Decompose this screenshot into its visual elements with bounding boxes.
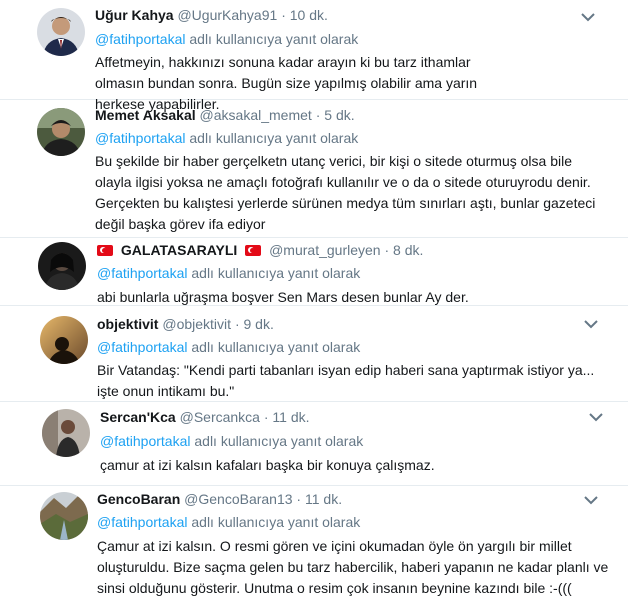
tweet[interactable]: Memet Aksakal @aksakal_memet · 5 dk. @fa… [0, 100, 628, 238]
display-name[interactable]: Uğur Kahya [95, 7, 174, 23]
tweet-text: Çamur at izi kalsın. O resmi gören ve iç… [97, 538, 609, 596]
replying-to: @fatihportakal adlı kullanıcıya yanıt ol… [97, 265, 361, 281]
mention-link[interactable]: @fatihportakal [97, 339, 187, 355]
tweet[interactable]: Sercan'Kca @Sercankca · 11 dk. @fatihpor… [0, 402, 628, 486]
tweet-text: Bir Vatandaş: "Kendi parti tabanları isy… [97, 362, 595, 399]
mention-link[interactable]: @fatihportakal [95, 31, 185, 47]
tweet[interactable]: GALATASARAYLI @murat_gurleyen · 8 dk. @f… [0, 238, 628, 306]
timestamp[interactable]: 11 dk. [305, 491, 342, 507]
display-name[interactable]: GencoBaran [97, 491, 180, 507]
replying-to: @fatihportakal adlı kullanıcıya yanıt ol… [97, 514, 361, 530]
user-handle[interactable]: @UgurKahya91 [177, 7, 277, 23]
tweet-text: abi bunlarla uğraşma boşver Sen Mars des… [97, 289, 469, 305]
display-name[interactable]: Memet Aksakal [95, 107, 196, 123]
chevron-down-icon[interactable] [582, 315, 600, 333]
user-handle[interactable]: @GencoBaran13 [184, 491, 292, 507]
avatar[interactable] [42, 409, 90, 457]
tweet[interactable]: objektivit @objektivit · 9 dk. @fatihpor… [0, 306, 628, 402]
user-handle[interactable]: @Sercankca [180, 409, 260, 425]
tweet[interactable]: Uğur Kahya @UgurKahya91 · 10 dk. @fatihp… [0, 0, 628, 112]
timestamp[interactable]: 9 dk. [244, 316, 274, 332]
timestamp[interactable]: 10 dk. [290, 7, 328, 23]
timestamp[interactable]: 5 dk. [324, 107, 354, 123]
replying-to: @fatihportakal adlı kullanıcıya yanıt ol… [95, 130, 359, 146]
turkey-flag-icon [245, 245, 262, 256]
chevron-down-icon[interactable] [579, 8, 597, 26]
tweet[interactable]: GencoBaran @GencoBaran13 · 11 dk. @fatih… [0, 486, 628, 596]
avatar[interactable] [40, 316, 88, 364]
tweet-text: çamur at izi kalsın kafaları başka bir k… [100, 457, 435, 473]
display-name[interactable]: objektivit [97, 316, 158, 332]
tweet-text: Bu şekilde bir haber gerçelketn utanç ve… [95, 153, 596, 232]
replying-to: @fatihportakal adlı kullanıcıya yanıt ol… [95, 31, 359, 47]
mention-link[interactable]: @fatihportakal [97, 265, 187, 281]
mention-link[interactable]: @fatihportakal [100, 433, 190, 449]
mention-link[interactable]: @fatihportakal [95, 130, 185, 146]
mention-link[interactable]: @fatihportakal [97, 514, 187, 530]
user-handle[interactable]: @objektivit [162, 316, 231, 332]
avatar[interactable] [37, 8, 85, 56]
chevron-down-icon[interactable] [582, 491, 600, 509]
replying-to: @fatihportakal adlı kullanıcıya yanıt ol… [100, 433, 364, 449]
display-name[interactable]: GALATASARAYLI [121, 242, 237, 258]
display-name[interactable]: Sercan'Kca [100, 409, 176, 425]
user-handle[interactable]: @murat_gurleyen [269, 242, 381, 258]
turkey-flag-icon [97, 245, 113, 256]
avatar[interactable] [40, 492, 88, 540]
avatar[interactable] [38, 242, 86, 290]
reply-feed: Uğur Kahya @UgurKahya91 · 10 dk. @fatihp… [0, 0, 628, 596]
chevron-down-icon[interactable] [587, 408, 605, 426]
replying-to: @fatihportakal adlı kullanıcıya yanıt ol… [97, 339, 361, 355]
user-handle[interactable]: @aksakal_memet [200, 107, 312, 123]
avatar[interactable] [37, 108, 85, 156]
timestamp[interactable]: 11 dk. [272, 409, 309, 425]
timestamp[interactable]: 8 dk. [393, 242, 423, 258]
